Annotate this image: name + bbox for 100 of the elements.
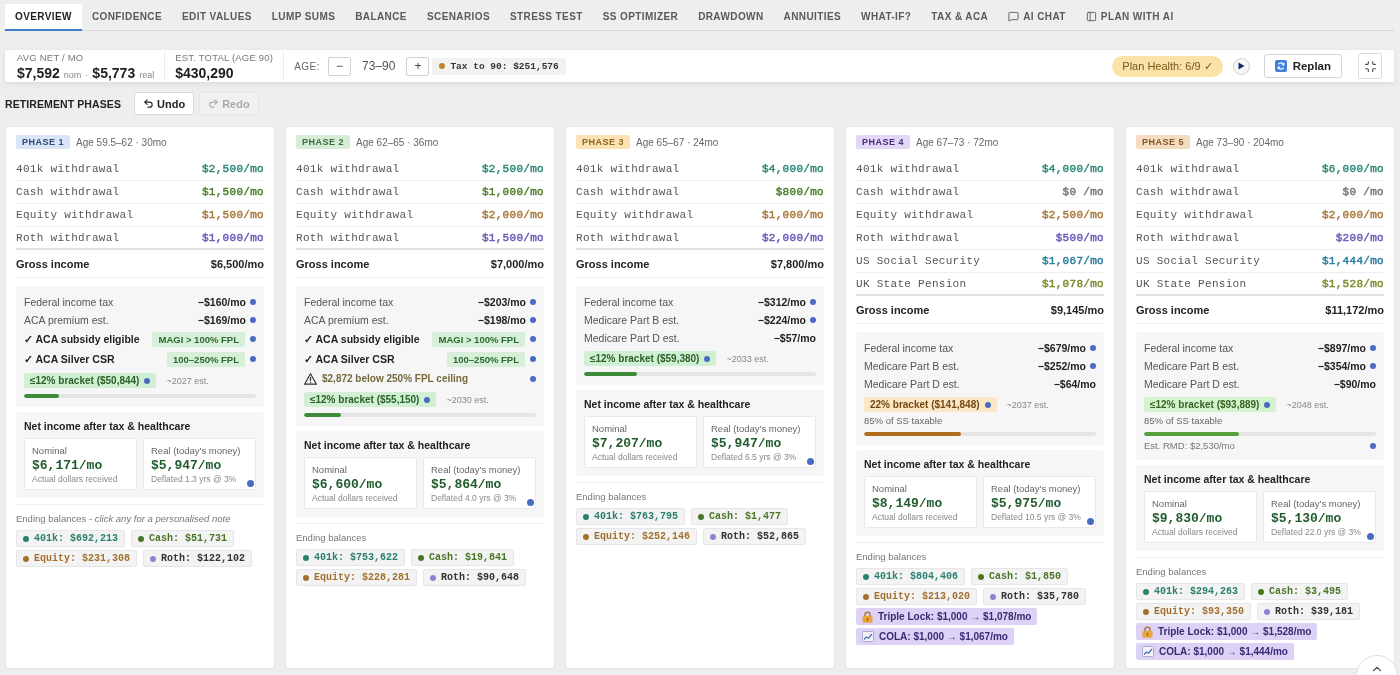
- real-label: Real (today's money): [431, 464, 522, 475]
- balance-chip[interactable]: Equity: $213,020: [856, 588, 977, 605]
- decrement-button[interactable]: −: [328, 56, 352, 76]
- income-source-label: Roth withdrawal: [296, 231, 400, 244]
- tax-label: Medicare Part D est.: [1144, 378, 1241, 390]
- tax-amount: −$90/mo: [1333, 378, 1376, 390]
- balance-chip[interactable]: Equity: $252,146: [576, 528, 697, 545]
- estimated-total: $430,290: [175, 64, 235, 81]
- nav-tab[interactable]: ANNUITIES: [773, 4, 852, 31]
- eligibility-label: ✓ ACA Silver CSR: [304, 353, 396, 365]
- nav-tab[interactable]: LUMP SUMS: [261, 4, 346, 31]
- play-button[interactable]: [1232, 57, 1250, 75]
- income-amount: $2,000/mo: [481, 209, 544, 221]
- income-amount: $4,000/mo: [1041, 163, 1104, 175]
- unit-label: nom: [63, 69, 82, 80]
- redo-icon: [208, 98, 220, 109]
- real-amount: $5,130/mo: [1271, 511, 1343, 526]
- bracket-year-note: ~2027 est.: [166, 375, 209, 386]
- nav-tab[interactable]: SS OPTIMIZER: [592, 4, 689, 31]
- tax-label: Medicare Part D est.: [584, 332, 681, 344]
- balance-chip[interactable]: Cash: $1,850: [971, 568, 1069, 585]
- balance-chip[interactable]: 401k: $294,263: [1136, 583, 1245, 600]
- nav-tab[interactable]: DRAWDOWN: [688, 4, 774, 31]
- balance-chip[interactable]: 401k: $763,795: [576, 508, 685, 525]
- deflation-note: Deflated 4.0 yrs @ 3%: [431, 493, 518, 503]
- phase-age-range: Age 67–73 · 72mo: [916, 136, 999, 148]
- balance-chip[interactable]: Cash: $51,731: [131, 530, 235, 547]
- income-source-label: US Social Security: [1136, 255, 1261, 267]
- pension-uplift-text: COLA: $1,000 → $1,444/mo: [1159, 646, 1288, 657]
- bracket-year-note: ~2048 est.: [1286, 399, 1329, 410]
- phase-age-range: Age 65–67 · 24mo: [636, 136, 719, 148]
- nav-tab[interactable]: WHAT-IF?: [851, 4, 922, 31]
- income-source-label: 401k withdrawal: [856, 163, 960, 175]
- income-source-label: Equity withdrawal: [1136, 209, 1254, 221]
- tax-label: Medicare Part B est.: [584, 314, 681, 326]
- plan-health-badge[interactable]: Plan Health: 6/9 ✓: [1112, 55, 1223, 77]
- income-amount: $0 /mo: [1062, 186, 1104, 198]
- income-source-label: US Social Security: [856, 255, 981, 267]
- income-amount: $2,000/mo: [1321, 209, 1384, 221]
- balance-chip[interactable]: Roth: $35,780: [983, 588, 1087, 605]
- balance-chip[interactable]: Equity: $93,350: [1136, 603, 1251, 620]
- nav-tab[interactable]: AI CHAT: [998, 4, 1076, 31]
- nominal-average: $7,592: [17, 64, 60, 81]
- balance-chip[interactable]: Roth: $122,102: [143, 550, 253, 567]
- income-amount: $2,000/mo: [761, 231, 824, 244]
- eligibility-label: ✓ ACA Silver CSR: [24, 353, 116, 365]
- net-income-title: Net income after tax & healthcare: [24, 420, 192, 432]
- tax-amount: −$57/mo: [773, 332, 816, 344]
- gross-income-amount: $11,172/mo: [1325, 303, 1384, 316]
- nominal-amount: $6,600/mo: [312, 477, 384, 492]
- fpl-tag: MAGI > 100% FPL: [432, 331, 525, 347]
- income-amount: $800/mo: [775, 186, 824, 198]
- balance-chip[interactable]: Cash: $1,477: [691, 508, 789, 525]
- undo-button[interactable]: Undo: [134, 92, 195, 115]
- tax-label: Federal income tax: [304, 296, 395, 308]
- deflation-note: Deflated 1.3 yrs @ 3%: [151, 474, 238, 484]
- balance-chip[interactable]: Cash: $3,495: [1251, 583, 1349, 600]
- income-amount: $1,444/mo: [1321, 255, 1384, 267]
- income-source-label: Equity withdrawal: [16, 209, 134, 221]
- nav-tab[interactable]: BALANCE: [345, 4, 417, 31]
- balance-chip[interactable]: Roth: $39,181: [1257, 603, 1361, 620]
- nav-tab[interactable]: STRESS TEST: [500, 4, 593, 31]
- balance-chip[interactable]: Roth: $90,648: [423, 569, 527, 586]
- nominal-amount: $6,171/mo: [32, 458, 104, 473]
- nav-tab[interactable]: OVERVIEW: [5, 4, 82, 31]
- income-amount: $1,000/mo: [761, 209, 824, 221]
- income-amount: $1,500/mo: [481, 231, 544, 244]
- phase-badge: PHASE 3: [576, 135, 630, 149]
- balance-chip[interactable]: 401k: $804,406: [856, 568, 965, 585]
- income-amount: $6,000/mo: [1321, 163, 1384, 175]
- tax-total-text: Tax to 90: $251,576: [450, 60, 559, 72]
- income-amount: $1,500/mo: [201, 209, 264, 221]
- balance-chip[interactable]: Roth: $52,865: [703, 528, 807, 545]
- nav-tab[interactable]: EDIT VALUES: [172, 4, 262, 31]
- real-label: Real (today's money): [991, 483, 1082, 494]
- collapse-button[interactable]: [1358, 53, 1382, 79]
- pension-uplift-text: Triple Lock: $1,000 → $1,528/mo: [1158, 626, 1312, 637]
- nominal-note: Actual dollars received: [312, 493, 399, 503]
- tax-amount: −$169/mo: [197, 314, 246, 326]
- balance-chip[interactable]: Cash: $19,841: [411, 549, 515, 566]
- balance-chip[interactable]: Equity: $228,281: [296, 569, 417, 586]
- balance-chip[interactable]: 401k: $753,622: [296, 549, 405, 566]
- rising-chart-icon: [862, 631, 874, 642]
- balance-chip[interactable]: 401k: $692,213: [16, 530, 125, 547]
- nav-tab[interactable]: TAX & ACA: [921, 4, 999, 31]
- nav-tab[interactable]: CONFIDENCE: [81, 4, 173, 31]
- age-range: 73–90: [361, 59, 397, 73]
- ending-balances-title: Ending balances: [856, 551, 928, 562]
- replan-button[interactable]: Replan: [1263, 54, 1342, 78]
- increment-button[interactable]: +: [406, 56, 430, 76]
- nominal-note: Actual dollars received: [872, 512, 959, 522]
- nominal-note: Actual dollars received: [592, 452, 679, 462]
- tax-label: Federal income tax: [1144, 342, 1235, 354]
- tax-amount: −$64/mo: [1053, 378, 1096, 390]
- nominal-note: Actual dollars received: [1152, 527, 1239, 537]
- balance-chip[interactable]: Equity: $231,308: [16, 550, 137, 567]
- nav-tab[interactable]: SCENARIOS: [416, 4, 500, 31]
- deflation-note: Deflated 22.0 yrs @ 3%: [1271, 527, 1362, 537]
- nav-tab[interactable]: PLAN WITH AI: [1075, 4, 1184, 31]
- tax-label: Medicare Part D est.: [864, 378, 961, 390]
